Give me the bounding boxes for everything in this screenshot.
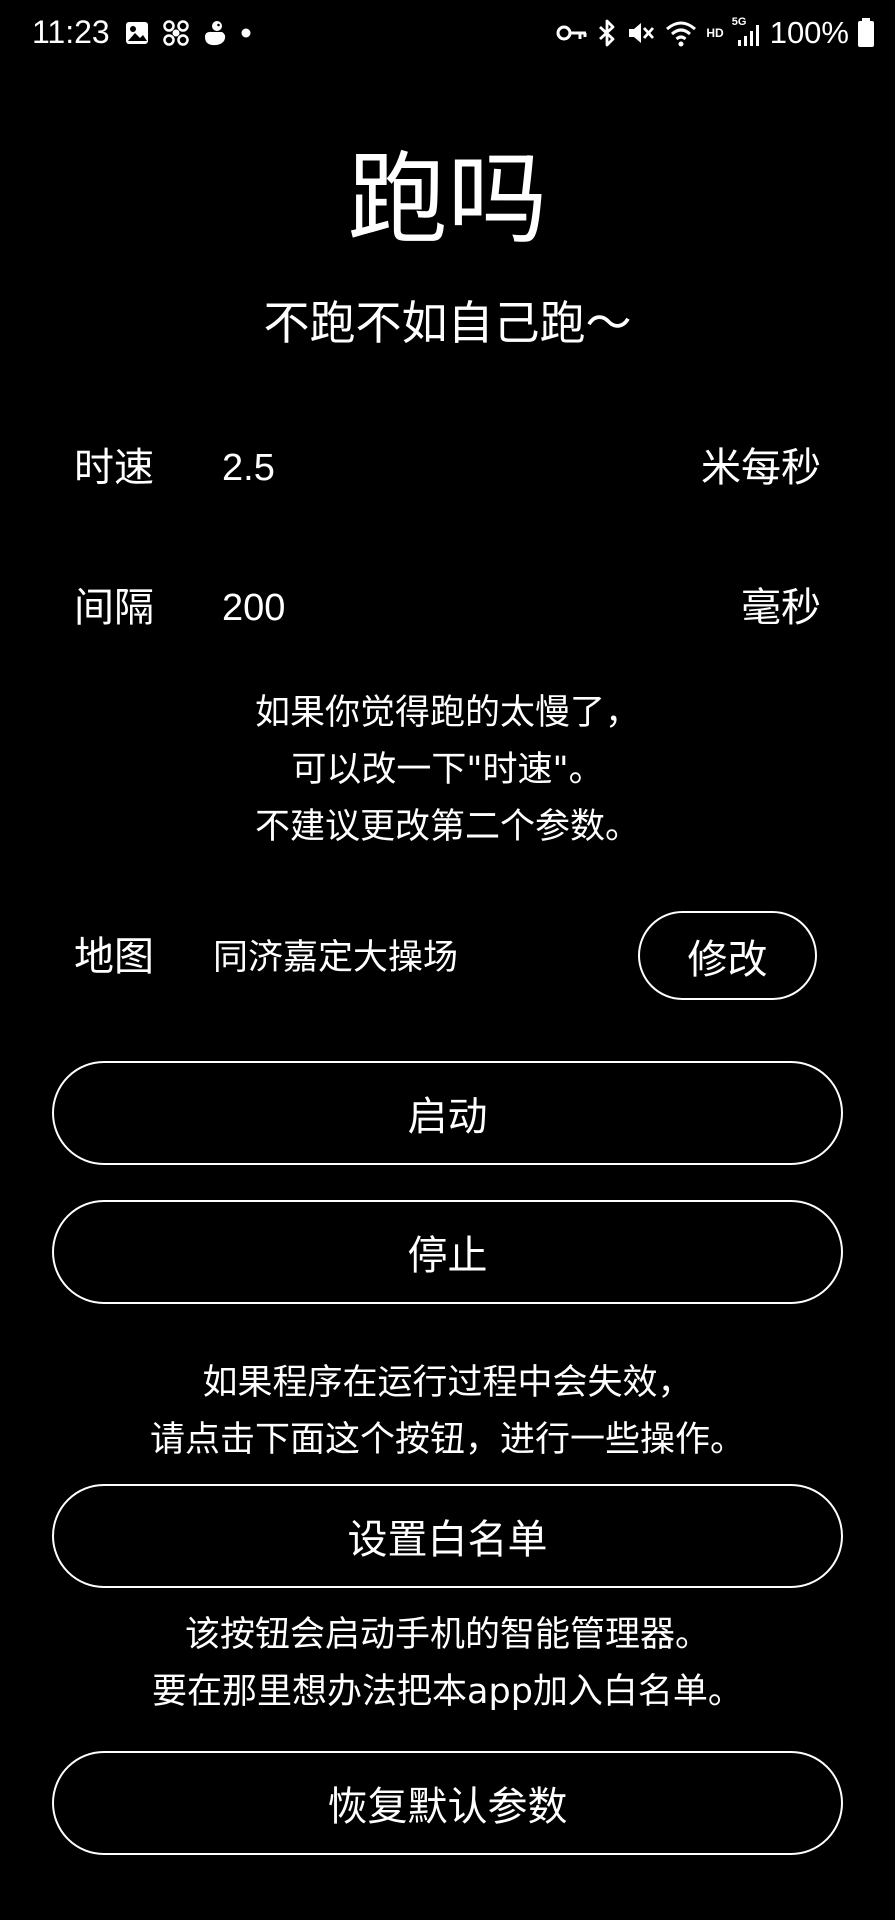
speed-hint-line: 可以改一下"时速"。	[291, 750, 604, 790]
status-bar: 11:23 HD 5G 100%	[0, 0, 895, 64]
failure-hint: 如果程序在运行过程中会失效， 请点击下面这个按钮，进行一些操作。	[0, 1355, 895, 1469]
whitelist-hint: 该按钮会启动手机的智能管理器。 要在那里想办法把本app加入白名单。	[0, 1607, 895, 1721]
reset-defaults-button[interactable]: 恢复默认参数	[52, 1751, 843, 1855]
stop-button[interactable]: 停止	[52, 1200, 843, 1304]
app-title: 跑吗	[347, 141, 548, 258]
key-icon	[556, 25, 587, 41]
speed-unit: 米每秒	[701, 445, 821, 491]
gallery-icon	[126, 22, 148, 44]
speed-hint-line: 如果你觉得跑的太慢了，	[254, 693, 640, 733]
interval-input[interactable]: 200	[222, 583, 285, 633]
system-icons: HD 5G 100%	[556, 14, 875, 52]
speed-hint: 如果你觉得跑的太慢了， 可以改一下"时速"。 不建议更改第二个参数。	[0, 685, 895, 856]
signal-group: 5G	[732, 16, 762, 48]
hd-label: HD	[706, 26, 724, 40]
whitelist-hint-line: 要在那里想办法把本app加入白名单。	[152, 1672, 743, 1712]
interval-unit: 毫秒	[741, 585, 821, 631]
start-button[interactable]: 启动	[52, 1061, 843, 1165]
duck-icon	[205, 21, 226, 46]
battery-percentage: 100%	[769, 15, 849, 50]
speed-hint-line: 不建议更改第二个参数。	[254, 807, 640, 847]
whitelist-button[interactable]: 设置白名单	[52, 1484, 843, 1588]
speed-input[interactable]: 2.5	[222, 443, 275, 493]
failure-hint-line: 请点击下面这个按钮，进行一些操作。	[149, 1420, 745, 1460]
speed-label: 时速	[74, 445, 154, 491]
map-label: 地图	[74, 934, 154, 980]
signal-icon	[737, 25, 759, 46]
interval-label: 间隔	[74, 585, 154, 631]
app-subtitle: 不跑不如自己跑～	[263, 296, 632, 350]
pinwheel-icon	[163, 20, 189, 46]
dot-icon	[241, 28, 251, 38]
whitelist-hint-line: 该按钮会启动手机的智能管理器。	[184, 1615, 710, 1655]
wifi-icon	[666, 21, 697, 47]
bluetooth-icon	[599, 19, 615, 47]
map-value: 同济嘉定大操场	[213, 938, 459, 978]
mute-icon	[629, 23, 655, 43]
modify-map-button[interactable]: 修改	[638, 911, 817, 1000]
battery-icon	[858, 18, 874, 47]
notification-icons	[124, 18, 252, 48]
status-time: 11:23	[32, 14, 110, 50]
failure-hint-line: 如果程序在运行过程中会失效，	[202, 1363, 693, 1403]
